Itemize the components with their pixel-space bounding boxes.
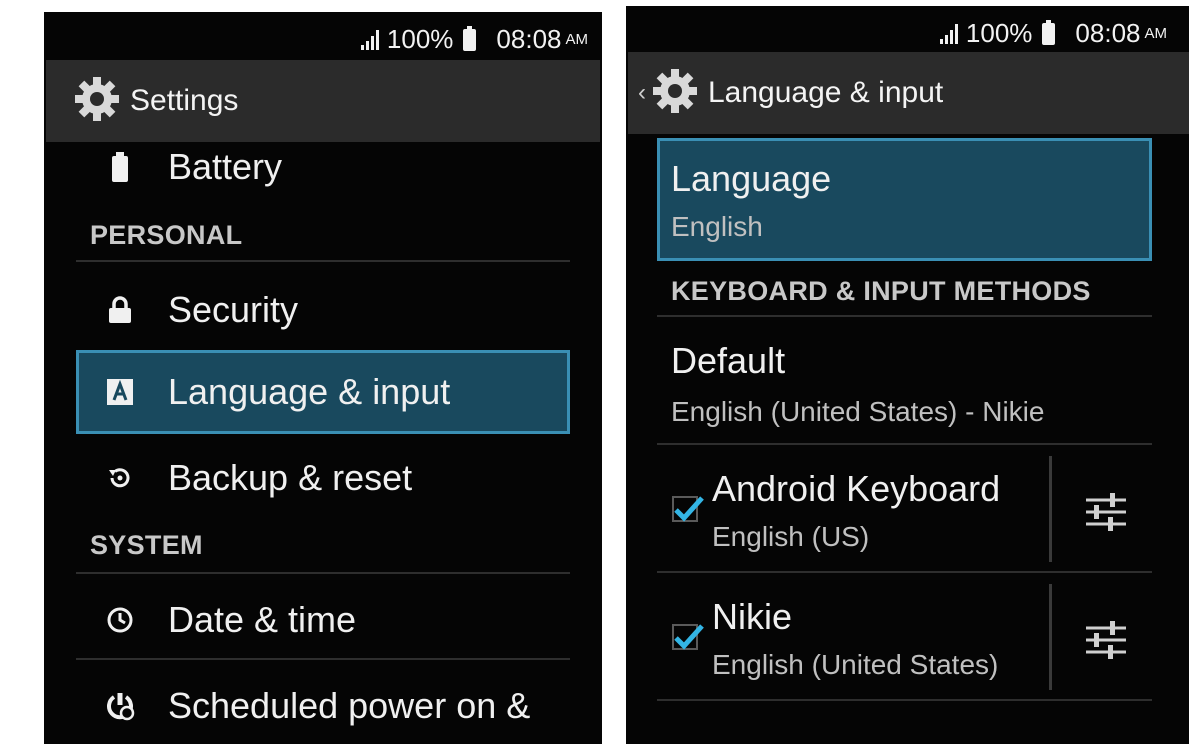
scheduled-power-icon [100, 691, 140, 721]
settings-item-label: Security [168, 289, 299, 330]
settings-item-label: Battery [168, 146, 283, 187]
battery-percent: 100% [386, 24, 454, 54]
settings-item-battery[interactable]: Battery [100, 142, 282, 192]
page-title: Language & input [708, 76, 944, 109]
settings-item-security[interactable]: Security [100, 282, 298, 338]
backup-reset-icon [100, 464, 140, 492]
language-input-icon [100, 378, 140, 406]
divider [657, 443, 1152, 445]
signal-icon [360, 29, 379, 50]
section-header-keyboard: KEYBOARD & INPUT METHODS [671, 276, 1091, 306]
clock-ampm: AM [565, 31, 589, 48]
divider [76, 658, 570, 660]
language-title: Language [671, 158, 832, 199]
input-method-subtitle: English (US) [712, 521, 870, 552]
lock-icon [100, 296, 140, 324]
status-bar: 100% 08:08 AM [360, 24, 589, 55]
settings-item-label: Backup & reset [168, 457, 413, 498]
settings-sliders-icon[interactable] [1084, 492, 1128, 532]
settings-item-date-time[interactable]: Date & time [100, 592, 356, 648]
input-method-title: Nikie [712, 596, 793, 637]
divider [76, 260, 570, 262]
signal-icon [939, 23, 958, 44]
section-header-system: SYSTEM [90, 530, 203, 560]
clock-time: 08:08 [1075, 18, 1141, 48]
settings-gear-icon[interactable] [72, 74, 122, 129]
settings-item-label: Language & input [168, 371, 451, 412]
vertical-separator [1049, 584, 1052, 690]
clock-time: 08:08 [496, 24, 562, 54]
checkmark-icon [674, 496, 704, 522]
page-title: Settings [130, 84, 239, 117]
battery-status-icon [463, 25, 477, 51]
language-value: English [671, 211, 763, 242]
back-chevron-icon[interactable]: ‹ [638, 79, 646, 107]
settings-gear-icon[interactable] [650, 66, 700, 121]
battery-percent: 100% [965, 18, 1033, 48]
vertical-separator [1049, 456, 1052, 562]
action-bar: ‹ Language & input [628, 52, 1189, 134]
battery-status-icon [1042, 19, 1056, 45]
android-keyboard-checkbox[interactable] [672, 496, 704, 522]
input-method-title: Android Keyboard [712, 468, 1001, 509]
settings-item-backup-reset[interactable]: Backup & reset [100, 450, 412, 506]
input-method-subtitle: English (United States) [712, 649, 999, 680]
settings-item-label: Scheduled power on & [168, 685, 531, 726]
status-bar: 100% 08:08 AM [939, 18, 1168, 49]
settings-item-language-input[interactable]: Language & input [100, 364, 450, 420]
checkmark-icon [674, 624, 704, 650]
language-input-screen: 100% 08:08 AM ‹ Language & input Languag… [626, 6, 1189, 744]
default-value: English (United States) - Nikie [671, 396, 1045, 427]
nikie-checkbox[interactable] [672, 624, 704, 650]
settings-sliders-icon[interactable] [1084, 620, 1128, 660]
divider [657, 699, 1152, 701]
battery-icon [100, 152, 140, 182]
default-title: Default [671, 340, 786, 381]
divider [657, 571, 1152, 573]
settings-item-scheduled-power[interactable]: Scheduled power on & [100, 678, 530, 734]
clock-icon [100, 606, 140, 634]
clock-ampm: AM [1144, 25, 1168, 42]
settings-item-label: Date & time [168, 599, 357, 640]
divider [657, 315, 1152, 317]
settings-screen: 100% 08:08 AM Settings Battery PERSONAL … [44, 12, 602, 744]
action-bar: Settings [46, 60, 600, 142]
divider [76, 572, 570, 574]
section-header-personal: PERSONAL [90, 220, 243, 250]
